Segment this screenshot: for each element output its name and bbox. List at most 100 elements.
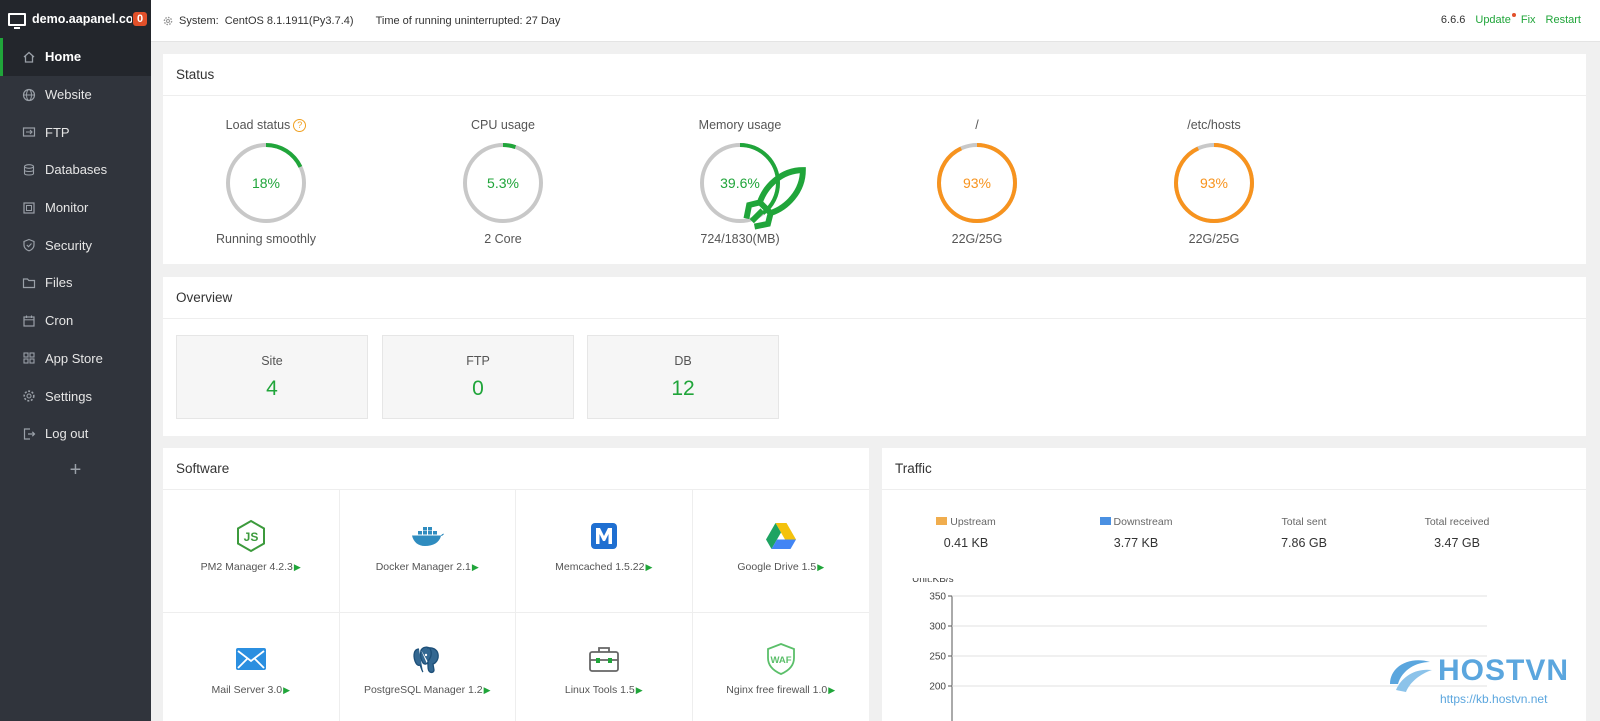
- gauge-label: /: [975, 118, 979, 132]
- sidebar-item-monitor[interactable]: Monitor: [0, 189, 151, 227]
- traffic-upstream: Upstream 0.41 KB: [891, 516, 1041, 550]
- software-item-pm2[interactable]: JS PM2 Manager 4.2.3▶: [163, 490, 340, 613]
- globe-icon: [22, 88, 36, 102]
- sidebar-item-label: Website: [45, 87, 92, 103]
- help-icon[interactable]: ?: [293, 119, 307, 132]
- logout-icon: [22, 427, 36, 441]
- overview-card-db[interactable]: DB 12: [587, 335, 779, 419]
- gauge-label: Load status: [225, 118, 291, 132]
- software-name-row: Docker Manager 2.1▶: [340, 561, 516, 573]
- sidebar-item-label: Monitor: [45, 200, 89, 216]
- traffic-stat-label: Downstream: [1113, 516, 1173, 528]
- gauge-sub: 2 Core: [484, 232, 522, 246]
- chart-tick-label: 300: [929, 622, 946, 633]
- gauge-value: 93%: [962, 175, 992, 191]
- software-item-memcached[interactable]: Memcached 1.5.22▶: [516, 490, 693, 613]
- software-name-row: Nginx free firewall 1.0▶: [693, 684, 870, 696]
- sidebar-item-home[interactable]: Home: [0, 38, 151, 76]
- gauge-value: 18%: [251, 175, 281, 191]
- add-shortcut-button[interactable]: +: [0, 459, 151, 482]
- hostvn-watermark: HOSTVN https://kb.hostvn.net: [1386, 650, 1591, 710]
- software-name: Docker Manager 2.1: [375, 561, 471, 573]
- overview-value: 12: [671, 377, 695, 400]
- traffic-stat-label-row: Upstream: [891, 516, 1041, 528]
- sidebar-item-label: Security: [45, 237, 92, 253]
- nodejs-icon: JS: [233, 518, 269, 554]
- chart-y-unit-label: Unit:KB/s: [912, 578, 954, 585]
- software-item-postgresql[interactable]: PostgreSQL Manager 1.2▶: [340, 613, 516, 721]
- svg-text:JS: JS: [243, 530, 258, 544]
- postgresql-icon: [409, 641, 445, 677]
- sidebar-item-cron[interactable]: Cron: [0, 302, 151, 340]
- server-monitor-icon: [8, 12, 26, 29]
- docker-icon: [409, 518, 445, 554]
- uptime-text: Time of running uninterrupted: 27 Day: [375, 14, 561, 27]
- traffic-stat-value: 3.47 GB: [1434, 536, 1480, 550]
- overview-label: Site: [261, 354, 283, 368]
- play-icon: ▶: [471, 562, 479, 572]
- gauge-label: /etc/hosts: [1187, 118, 1241, 132]
- gauge-load-status[interactable]: Load status? 18% Running smoothly: [196, 118, 336, 246]
- software-title: Software: [163, 448, 869, 490]
- brand[interactable]: demo.aapanel.com 0: [0, 0, 151, 38]
- gauge-ring: 39.6%: [697, 140, 806, 230]
- gauge-sub: 22G/25G: [1188, 232, 1240, 246]
- overview-card-ftp[interactable]: FTP 0: [382, 335, 574, 419]
- sidebar-item-log-out[interactable]: Log out: [0, 415, 151, 453]
- downstream-swatch: [1099, 517, 1111, 525]
- traffic-total-sent: Total sent 7.86 GB: [1229, 516, 1379, 550]
- sidebar-item-files[interactable]: Files: [0, 264, 151, 302]
- gauge-value: 5.3%: [487, 175, 519, 191]
- update-link[interactable]: Update: [1475, 13, 1516, 26]
- notification-badge[interactable]: 0: [133, 12, 148, 26]
- chart-tick-label: 350: [929, 592, 946, 603]
- folder-icon: [22, 276, 36, 290]
- sidebar-item-label: Cron: [45, 313, 74, 329]
- sidebar-item-label: Home: [45, 49, 82, 65]
- software-item-google-drive[interactable]: Google Drive 1.5▶: [692, 490, 869, 613]
- overview-label: FTP: [466, 354, 490, 368]
- sidebar-item-ftp[interactable]: FTP: [0, 113, 151, 151]
- overview-value: 4: [266, 377, 278, 400]
- software-name: PM2 Manager 4.2.3: [200, 561, 293, 573]
- calendar-icon: [22, 314, 36, 328]
- overview-value: 0: [472, 377, 484, 400]
- software-item-mail-server[interactable]: Mail Server 3.0▶: [163, 613, 340, 721]
- gauge-memory-usage[interactable]: Memory usage 39.6% 724/1830(MB): [670, 118, 810, 246]
- play-icon: ▶: [283, 685, 291, 695]
- sidebar-item-website[interactable]: Website: [0, 76, 151, 114]
- chart-tick-label: 200: [929, 682, 946, 693]
- system-gear-icon: [163, 16, 173, 26]
- database-icon: [22, 163, 36, 177]
- home-icon: [22, 50, 36, 64]
- overview-title: Overview: [163, 277, 1586, 319]
- sidebar-item-app-store[interactable]: App Store: [0, 340, 151, 378]
- traffic-stat-value: 0.41 KB: [943, 536, 989, 550]
- software-item-docker[interactable]: Docker Manager 2.1▶: [339, 490, 516, 613]
- play-icon: ▶: [645, 562, 653, 572]
- hostvn-logo-icon: [1390, 660, 1432, 692]
- software-name: Memcached 1.5.22: [555, 561, 645, 573]
- restart-link[interactable]: Restart: [1546, 14, 1581, 26]
- overview-card-site[interactable]: Site 4: [176, 335, 368, 419]
- update-dot: [1511, 13, 1516, 17]
- panel-version: 6.6.6: [1440, 14, 1466, 26]
- waf-icon: WAF: [763, 641, 799, 677]
- sidebar-item-settings[interactable]: Settings: [0, 377, 151, 415]
- fix-link[interactable]: Fix: [1521, 14, 1536, 26]
- sidebar-item-security[interactable]: Security: [0, 226, 151, 264]
- memcached-icon: [586, 518, 622, 554]
- software-name: PostgreSQL Manager 1.2: [363, 684, 483, 696]
- sidebar-item-databases[interactable]: Databases: [0, 151, 151, 189]
- software-item-linux-tools[interactable]: Linux Tools 1.5▶: [516, 613, 693, 721]
- gauge-disk-root[interactable]: / 93% 22G/25G: [907, 118, 1047, 246]
- traffic-title: Traffic: [882, 448, 1586, 490]
- software-item-nginx-firewall[interactable]: WAF Nginx free firewall 1.0▶: [693, 613, 870, 721]
- status-title: Status: [163, 54, 1586, 96]
- traffic-stat-value: 3.77 KB: [1113, 536, 1159, 550]
- brand-name: demo.aapanel.com: [32, 12, 132, 26]
- overview-panel: Overview Site 4 FTP 0 DB 12: [163, 277, 1586, 436]
- gauge-disk-etc-hosts[interactable]: /etc/hosts 93% 22G/25G: [1144, 118, 1284, 246]
- gauge-cpu-usage[interactable]: CPU usage 5.3% 2 Core: [433, 118, 573, 246]
- status-panel: Status Load status? 18% Running smoothly…: [163, 54, 1586, 264]
